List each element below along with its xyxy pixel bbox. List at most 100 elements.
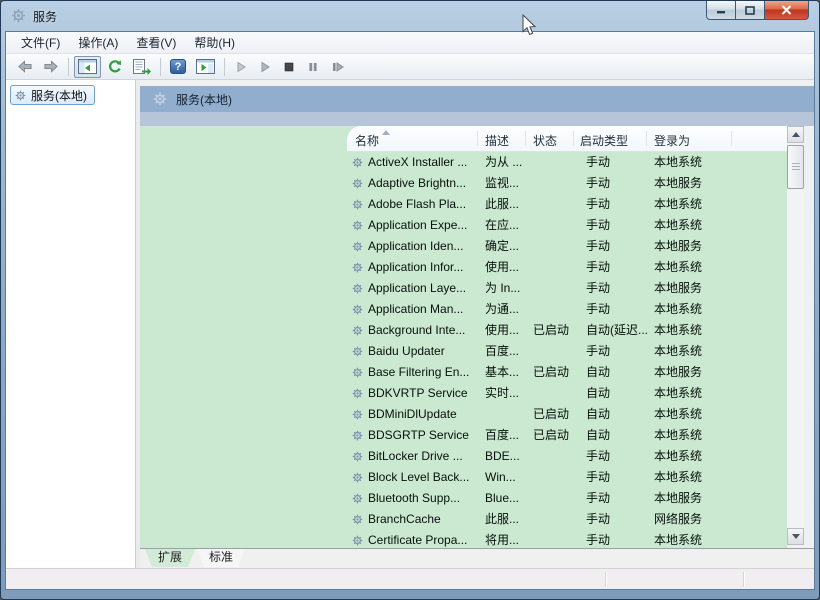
table-row[interactable]: Base Filtering En... 基本... 已启动 自动 本地服务 [347, 362, 791, 383]
service-description: 在应... [485, 215, 530, 236]
table-row[interactable]: Baidu Updater 百度... 手动 本地系统 [347, 341, 791, 362]
back-button[interactable] [13, 56, 37, 78]
menu-action[interactable]: 操作(A) [69, 32, 127, 53]
service-startup-type: 自动 [586, 404, 652, 425]
scroll-down-icon [792, 534, 800, 539]
table-row[interactable]: BitLocker Drive ... BDE... 手动 本地系统 [347, 446, 791, 467]
column-header-logon-as[interactable]: 登录为 [654, 132, 690, 149]
service-gear-icon [352, 472, 363, 483]
service-gear-icon [352, 388, 363, 399]
close-button[interactable] [764, 1, 809, 20]
help-icon: ? [170, 59, 186, 74]
service-description: 百度... [485, 341, 530, 362]
maximize-button[interactable] [735, 1, 764, 20]
service-gear-icon [352, 199, 363, 210]
service-status [533, 173, 579, 194]
service-status [533, 236, 579, 257]
table-row[interactable]: BDKVRTP Service 实时... 自动 本地系统 [347, 383, 791, 404]
table-row[interactable]: BranchCache 此服... 手动 网络服务 [347, 509, 791, 530]
show-console-tree-button[interactable] [74, 56, 101, 78]
service-name: ActiveX Installer ... [368, 152, 467, 173]
status-bar [6, 568, 814, 589]
export-list-icon [133, 59, 151, 75]
menu-view[interactable]: 查看(V) [127, 32, 185, 53]
view-tabs: 扩展 标准 [140, 548, 814, 568]
service-name: Bluetooth Supp... [368, 488, 460, 509]
table-row[interactable]: Adobe Flash Pla... 此服... 手动 本地系统 [347, 194, 791, 215]
service-name: Adobe Flash Pla... [368, 194, 466, 215]
table-row[interactable]: ActiveX Installer ... 为从 ... 手动 本地系统 [347, 152, 791, 173]
service-gear-icon [352, 157, 363, 168]
service-gear-icon [352, 367, 363, 378]
service-description: 实时... [485, 383, 530, 404]
help-button[interactable]: ? [166, 56, 190, 78]
resume-service-button[interactable] [254, 56, 276, 78]
table-row[interactable]: Background Inte... 使用... 已启动 自动(延迟... 本地… [347, 320, 791, 341]
title-bar[interactable]: 服务 [1, 1, 819, 31]
service-name: Application Infor... [368, 257, 463, 278]
forward-button[interactable] [39, 56, 63, 78]
menu-bar: 文件(F) 操作(A) 查看(V) 帮助(H) [6, 32, 814, 54]
extended-view-strip [140, 112, 814, 126]
service-startup-type: 手动 [586, 467, 652, 488]
service-startup-type: 手动 [586, 488, 652, 509]
table-row[interactable]: Bluetooth Supp... Blue... 手动 本地服务 [347, 488, 791, 509]
sidebar-item-services-local[interactable]: 服务(本地) [10, 85, 95, 105]
start-service-button[interactable] [230, 56, 252, 78]
pane-header: 服务(本地) [140, 86, 814, 112]
service-gear-icon [352, 262, 363, 273]
scroll-down-button[interactable] [787, 528, 804, 545]
scroll-up-button[interactable] [787, 126, 804, 143]
restart-service-button[interactable] [326, 56, 349, 78]
service-gear-icon [352, 346, 363, 357]
show-action-pane-button[interactable] [192, 56, 219, 78]
service-gear-icon [352, 304, 363, 315]
service-name: Block Level Back... [368, 467, 469, 488]
pane-header-title: 服务(本地) [176, 91, 232, 108]
tab-standard[interactable]: 标准 [197, 549, 245, 567]
export-list-button[interactable] [129, 56, 155, 78]
table-row[interactable]: Certificate Propa... 将用... 手动 本地系统 [347, 530, 791, 548]
service-status [533, 152, 579, 173]
minimize-icon [716, 6, 726, 15]
pause-service-button[interactable] [302, 56, 324, 78]
column-header-description[interactable]: 描述 [485, 132, 509, 149]
menu-file[interactable]: 文件(F) [12, 32, 69, 53]
service-logon-as: 网络服务 [654, 509, 744, 530]
column-header-startup-type[interactable]: 启动类型 [580, 132, 628, 149]
service-logon-as: 本地系统 [654, 383, 744, 404]
minimize-button[interactable] [706, 1, 735, 20]
column-header-name[interactable]: 名称 [355, 132, 379, 149]
service-description: BDE... [485, 446, 530, 467]
table-row[interactable]: BDMiniDlUpdate 已启动 自动 本地系统 [347, 404, 791, 425]
vertical-scrollbar[interactable] [787, 126, 804, 545]
table-row[interactable]: BDSGRTP Service 百度... 已启动 自动 本地系统 [347, 425, 791, 446]
refresh-button[interactable] [103, 56, 127, 78]
table-row[interactable]: Application Expe... 在应... 手动 本地系统 [347, 215, 791, 236]
table-row[interactable]: Adaptive Brightn... 监视... 手动 本地服务 [347, 173, 791, 194]
sidebar-item-label: 服务(本地) [31, 87, 87, 104]
menu-help[interactable]: 帮助(H) [185, 32, 244, 53]
service-startup-type: 手动 [586, 299, 652, 320]
table-row[interactable]: Application Iden... 确定... 手动 本地服务 [347, 236, 791, 257]
service-startup-type: 自动 [586, 362, 652, 383]
stop-service-button[interactable] [278, 56, 300, 78]
table-row[interactable]: Block Level Back... Win... 手动 本地系统 [347, 467, 791, 488]
table-row[interactable]: Application Infor... 使用... 手动 本地系统 [347, 257, 791, 278]
table-row[interactable]: Application Man... 为通... 手动 本地系统 [347, 299, 791, 320]
service-status [533, 530, 579, 548]
maximize-icon [745, 6, 755, 15]
tab-extended[interactable]: 扩展 [145, 549, 195, 567]
scrollbar-thumb[interactable] [787, 145, 804, 189]
service-logon-as: 本地服务 [654, 362, 744, 383]
table-row[interactable]: Application Laye... 为 In... 手动 本地服务 [347, 278, 791, 299]
service-name: Application Man... [368, 299, 463, 320]
service-name: Baidu Updater [368, 341, 445, 362]
toolbar-separator [68, 58, 69, 76]
service-startup-type: 手动 [586, 194, 652, 215]
column-header-status[interactable]: 状态 [533, 132, 557, 149]
service-status [533, 509, 579, 530]
toolbar-separator [224, 58, 225, 76]
service-startup-type: 手动 [586, 152, 652, 173]
services-window: 服务 文件(F) 操作(A) 查看(V) 帮助(H) [0, 0, 820, 600]
